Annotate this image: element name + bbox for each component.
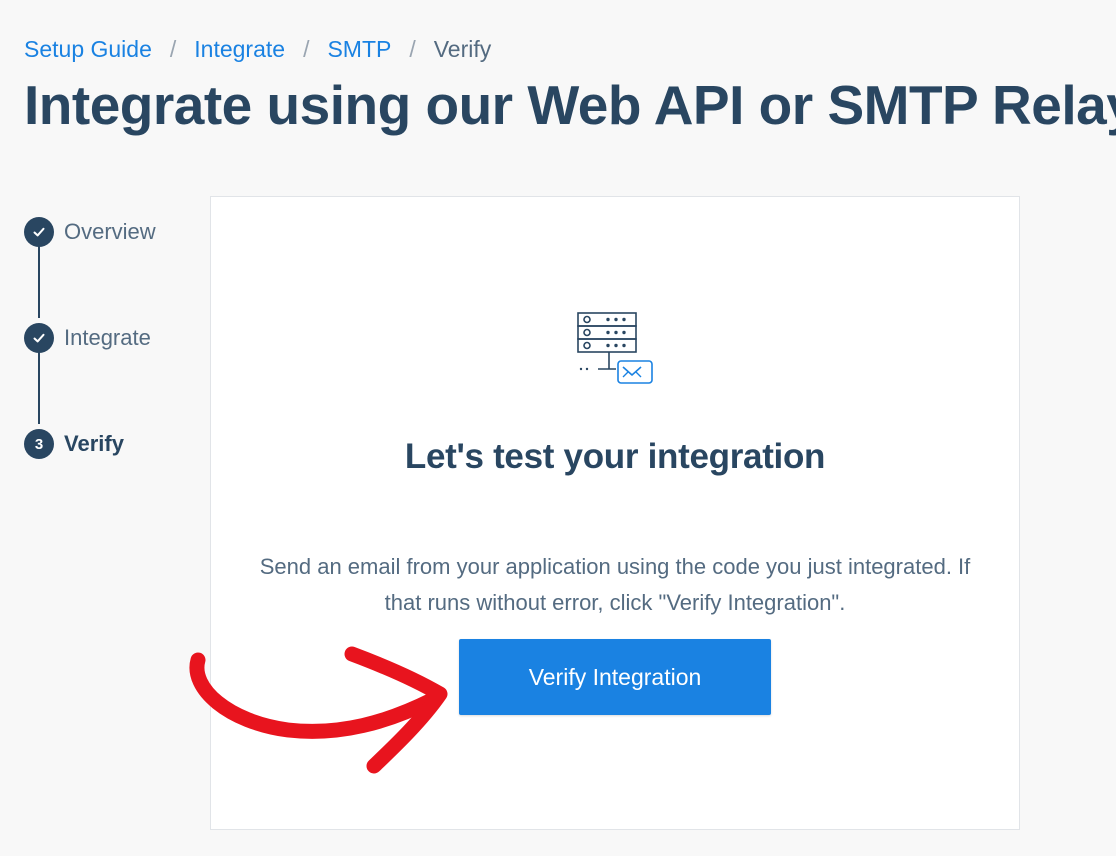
- step-label-verify: Verify: [64, 431, 124, 456]
- page-title: Integrate using our Web API or SMTP Rela…: [24, 74, 1116, 136]
- step-label-integrate: Integrate: [64, 325, 151, 350]
- card-description: Send an email from your application usin…: [259, 554, 971, 615]
- verify-card: Let's test your integration Send an emai…: [210, 196, 1020, 830]
- step-label-overview: Overview: [64, 219, 156, 244]
- breadcrumb-setup-guide[interactable]: Setup Guide: [24, 34, 152, 64]
- step-number-badge: 3: [24, 429, 54, 459]
- breadcrumb-separator: /: [303, 36, 310, 62]
- step-connector: [38, 350, 40, 424]
- card-heading: Let's test your integration: [404, 437, 826, 476]
- step-integrate[interactable]: Integrate: [24, 322, 151, 354]
- verify-integration-button[interactable]: Verify Integration: [459, 639, 771, 715]
- step-verify[interactable]: 3 Verify: [24, 428, 124, 460]
- check-icon: [24, 217, 54, 247]
- breadcrumb-verify: Verify: [433, 36, 492, 62]
- breadcrumb-separator: /: [169, 36, 177, 62]
- check-icon: [24, 323, 54, 353]
- step-overview[interactable]: Overview: [24, 216, 156, 248]
- page: Setup Guide / Integrate / SMTP / Verify …: [0, 0, 1116, 856]
- step-connector: [38, 244, 40, 318]
- server-mail-icon: [577, 312, 653, 384]
- breadcrumb-separator: /: [409, 36, 416, 62]
- breadcrumb-smtp[interactable]: SMTP: [327, 34, 391, 64]
- breadcrumb-integrate[interactable]: Integrate: [194, 34, 285, 64]
- breadcrumb: Setup Guide / Integrate / SMTP / Verify: [24, 34, 491, 64]
